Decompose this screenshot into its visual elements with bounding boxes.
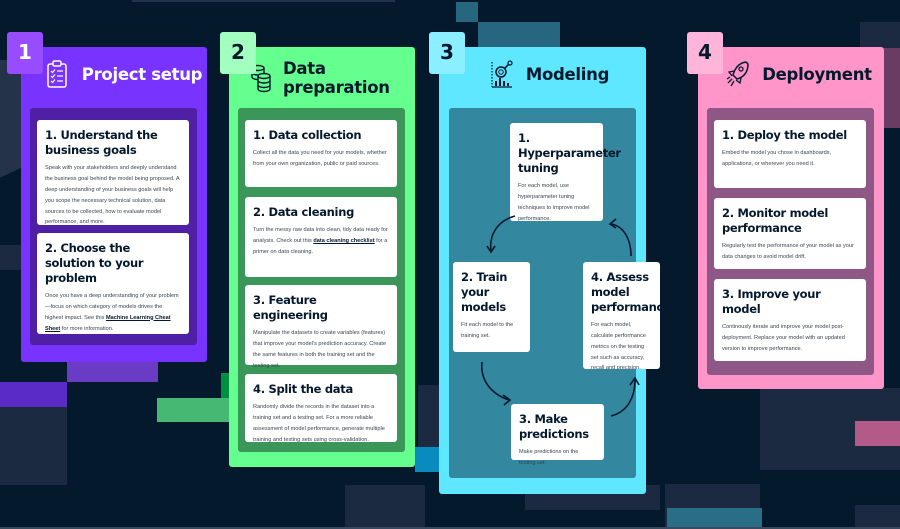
stage-cycle-panel: 1. Hyperparameter tuning For each model,… bbox=[449, 108, 671, 478]
bg-block bbox=[860, 22, 900, 48]
step-title: 2. Monitor model performance bbox=[722, 206, 828, 235]
bg-block bbox=[0, 407, 67, 485]
step-description: Turn the messy raw data into clean, tidy… bbox=[253, 225, 389, 258]
stage-steps-panel: 1. Deploy the model Embed the model you … bbox=[707, 108, 874, 375]
step-title: 3. Make predictions bbox=[519, 412, 589, 441]
stage-title: Project setup bbox=[81, 64, 203, 84]
stage-title: Deployment bbox=[762, 64, 872, 84]
step-card: 1. Hyperparameter tuning For each model,… bbox=[510, 123, 621, 222]
step-card: 4. Split the data Randomly divide the re… bbox=[245, 374, 397, 443]
step-title: 1. Hyperparameter tuning bbox=[518, 131, 621, 175]
stage-header: Modeling bbox=[439, 59, 646, 89]
bg-block bbox=[855, 421, 900, 446]
step-card: 3. Feature engineering Manipulate the da… bbox=[245, 285, 397, 369]
step-card: 3. Make predictions Make predictions on … bbox=[511, 404, 604, 466]
step-card: 2. Train your models Fit each model to t… bbox=[453, 262, 530, 352]
bg-block bbox=[157, 398, 233, 422]
step-title: 1. Data collection bbox=[253, 128, 362, 142]
step-card: 2. Choose the solution to your problem O… bbox=[37, 233, 189, 334]
step-title: 2. Train your models bbox=[461, 270, 508, 314]
bg-block bbox=[0, 382, 67, 407]
stage-deployment: Deployment 1. Deploy the model Embed the… bbox=[698, 47, 884, 389]
step-title: 2. Choose the solution to your problem bbox=[45, 241, 144, 285]
cycle-arrow-4-to-1 bbox=[608, 218, 632, 257]
step-card: 1. Deploy the model Embed the model you … bbox=[714, 120, 866, 188]
step-description: Manipulate the datasets to create variab… bbox=[253, 329, 387, 369]
stage-modeling: Modeling 1. Hyperparameter tuning For ea… bbox=[439, 47, 671, 494]
step-card: 2. Data cleaning Turn the messy raw data… bbox=[245, 197, 397, 277]
step-card: 2. Monitor model performance Regularly t… bbox=[714, 198, 866, 269]
step-card: 1. Data collection Collect all the data … bbox=[245, 120, 397, 187]
stage-number-badge: 2 bbox=[220, 32, 256, 74]
step-description: Randomly divide the records in the datas… bbox=[253, 403, 385, 443]
bg-block bbox=[667, 508, 762, 529]
step-description: Once you have a deep understanding of yo… bbox=[45, 291, 181, 335]
stage-number-badge: 4 bbox=[687, 32, 723, 74]
stage-title: Data preparation bbox=[283, 59, 390, 97]
data-cleaning-checklist-link[interactable]: data cleaning checklist bbox=[313, 238, 374, 244]
stage-header: Deployment bbox=[698, 59, 884, 89]
step-description: Continously iterate and improve your mod… bbox=[722, 323, 845, 352]
clipboard-checklist-icon bbox=[46, 59, 72, 89]
step-description: Fit each model to the training set. bbox=[461, 321, 514, 339]
rocket-icon bbox=[726, 59, 752, 89]
bg-block bbox=[855, 505, 900, 529]
step-card: 3. Improve your model Continously iterat… bbox=[714, 279, 866, 361]
cycle-arrow-1-to-2 bbox=[486, 215, 516, 254]
step-description-text: for more information. bbox=[60, 325, 114, 332]
stage-title: Modeling bbox=[525, 64, 610, 84]
bg-top-line bbox=[132, 0, 395, 2]
step-title: 2. Data cleaning bbox=[253, 205, 355, 219]
bg-block bbox=[67, 360, 158, 382]
step-title: 3. Improve your model bbox=[722, 287, 821, 316]
step-title: 4. Split the data bbox=[253, 382, 353, 396]
step-description: Regularly test the performance of your m… bbox=[722, 242, 854, 260]
step-description: Make predictions on the testing set. bbox=[519, 448, 579, 466]
step-title: 3. Feature engineering bbox=[253, 293, 328, 322]
chart-magnifier-icon bbox=[490, 59, 516, 89]
stage-steps-panel: 1. Data collection Collect all the data … bbox=[238, 108, 405, 452]
stage-steps-panel: 1. Understand the business goals Speak w… bbox=[30, 108, 197, 345]
stage-header: Data preparation bbox=[229, 59, 415, 97]
bg-block bbox=[456, 2, 478, 22]
bg-block bbox=[415, 447, 440, 472]
step-description: Embed the model you chose in dashboards,… bbox=[722, 149, 832, 167]
stage-number-badge: 3 bbox=[429, 32, 465, 74]
step-title: 1. Deploy the model bbox=[722, 128, 847, 142]
step-description: For each model, calculate performance me… bbox=[591, 321, 647, 372]
step-title: 1. Understand the business goals bbox=[45, 128, 158, 157]
stage-header: Project setup bbox=[21, 59, 207, 89]
cycle-arrow-3-to-4 bbox=[610, 376, 640, 417]
stage-data-preparation: Data preparation 1. Data collection Coll… bbox=[229, 47, 415, 467]
bg-block bbox=[478, 22, 560, 48]
step-description: Speak with your stakeholders and deeply … bbox=[45, 164, 180, 226]
cycle-arrow-2-to-3 bbox=[481, 361, 512, 406]
bg-block bbox=[345, 485, 425, 529]
step-description: Collect all the data you need for your m… bbox=[253, 149, 387, 167]
step-card: 1. Understand the business goals Speak w… bbox=[37, 120, 189, 225]
step-description: For each model, use hyperparameter tunin… bbox=[518, 182, 590, 222]
step-title: 4. Assess model performance bbox=[591, 270, 671, 314]
stage-project-setup: Project setup 1. Understand the business… bbox=[21, 47, 207, 362]
step-card: 4. Assess model performance For each mod… bbox=[583, 262, 671, 371]
stage-number-badge: 1 bbox=[7, 32, 43, 74]
